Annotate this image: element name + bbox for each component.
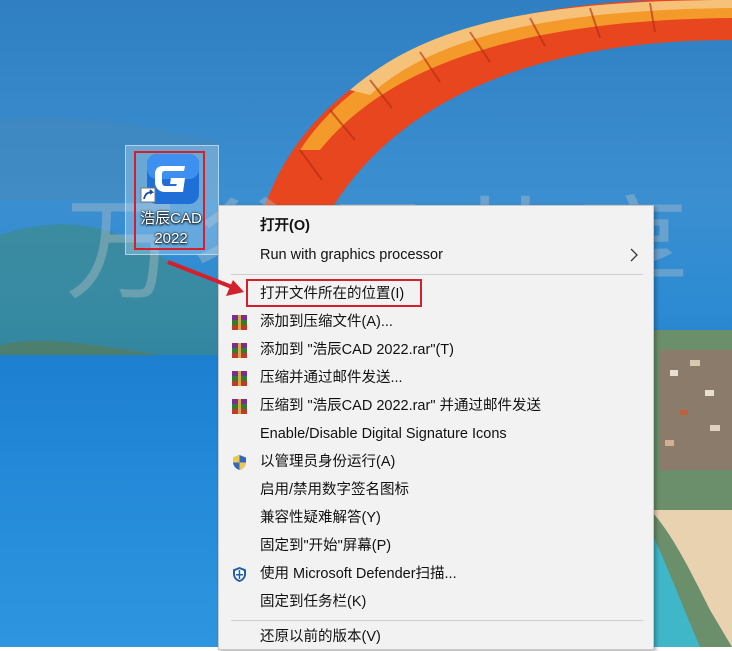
menu-item-label: 使用 Microsoft Defender扫描... [260, 566, 457, 582]
menu-item-pin-to-start[interactable]: 固定到"开始"屏幕(P) [219, 532, 653, 560]
menu-item-signature-icons-en[interactable]: Enable/Disable Digital Signature Icons [219, 420, 653, 448]
open-location-highlight-box [246, 279, 422, 307]
menu-separator [231, 620, 643, 621]
menu-item-open[interactable]: 打开(O) [219, 212, 653, 240]
menu-item-label: 以管理员身份运行(A) [260, 454, 396, 470]
menu-item-compress-rar-and-email[interactable]: 压缩到 "浩辰CAD 2022.rar" 并通过邮件发送 [219, 392, 653, 420]
menu-item-add-to-rar[interactable]: 添加到 "浩辰CAD 2022.rar"(T) [219, 336, 653, 364]
winrar-icon [232, 399, 247, 414]
menu-item-run-as-admin[interactable]: 以管理员身份运行(A) [219, 448, 653, 476]
menu-item-label: 兼容性疑难解答(Y) [260, 510, 381, 526]
menu-item-compress-and-email[interactable]: 压缩并通过邮件发送... [219, 364, 653, 392]
winrar-icon [232, 371, 247, 386]
menu-item-label: 固定到任务栏(K) [260, 594, 367, 610]
shortcut-highlight-box [134, 151, 205, 250]
menu-item-label: 固定到"开始"屏幕(P) [260, 538, 392, 554]
context-menu: 打开(O) Run with graphics processor 打开文件所在… [218, 205, 654, 650]
winrar-icon [232, 343, 247, 358]
menu-item-defender-scan[interactable]: 使用 Microsoft Defender扫描... [219, 560, 653, 588]
uac-shield-icon [233, 455, 246, 470]
menu-item-label: 启用/禁用数字签名图标 [260, 482, 410, 498]
menu-item-label: Run with graphics processor [260, 247, 443, 263]
menu-item-compatibility-troubleshoot[interactable]: 兼容性疑难解答(Y) [219, 504, 653, 532]
menu-item-label: 打开(O) [260, 218, 310, 234]
menu-item-label: 添加到压缩文件(A)... [260, 314, 393, 330]
chevron-right-icon [630, 248, 638, 262]
menu-item-label: 添加到 "浩辰CAD 2022.rar"(T) [260, 342, 454, 358]
defender-icon [233, 567, 246, 582]
menu-item-pin-to-taskbar[interactable]: 固定到任务栏(K) [219, 588, 653, 616]
menu-item-run-with-gpu[interactable]: Run with graphics processor [219, 241, 653, 269]
menu-item-label: 压缩到 "浩辰CAD 2022.rar" 并通过邮件发送 [260, 398, 542, 414]
coastline-town [650, 330, 732, 647]
winrar-icon [232, 315, 247, 330]
menu-item-label: Enable/Disable Digital Signature Icons [260, 426, 507, 442]
menu-separator [231, 274, 643, 275]
menu-item-add-to-archive[interactable]: 添加到压缩文件(A)... [219, 308, 653, 336]
menu-item-signature-icons-cn[interactable]: 启用/禁用数字签名图标 [219, 476, 653, 504]
menu-item-label: 压缩并通过邮件发送... [260, 370, 403, 386]
